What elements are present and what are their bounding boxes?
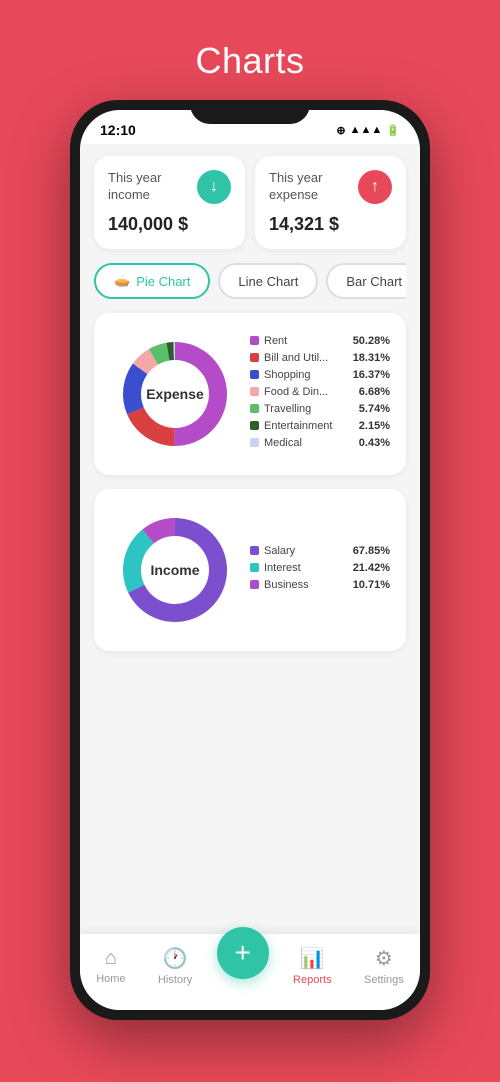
- nav-history[interactable]: 🕐 History: [150, 942, 200, 990]
- legend-item: Medical 0.43%: [250, 437, 390, 449]
- legend-item: Salary 67.85%: [250, 545, 390, 557]
- income-donut-label: Income: [150, 562, 199, 578]
- income-card: This year income ↓ 140,000 $: [94, 156, 245, 249]
- nav-settings-label: Settings: [364, 974, 404, 986]
- legend-pct: 16.37%: [353, 369, 390, 381]
- notch: [190, 100, 310, 124]
- nav-home-label: Home: [96, 973, 125, 985]
- expense-label: This year expense: [269, 170, 358, 204]
- nav-settings[interactable]: ⚙ Settings: [356, 942, 412, 990]
- legend-name: Bill and Util...: [264, 352, 349, 364]
- fab-add-button[interactable]: +: [217, 927, 269, 979]
- phone-screen: 12:10 ⊕ ▲▲▲ 🔋 This year income ↓ 140,000…: [80, 110, 420, 1010]
- legend-pct: 50.28%: [353, 335, 390, 347]
- legend-name: Rent: [264, 335, 349, 347]
- legend-name: Entertainment: [264, 420, 355, 432]
- nav-reports[interactable]: 📊 Reports: [285, 942, 340, 990]
- income-icon: ↓: [197, 170, 231, 204]
- tab-bar-label: Bar Chart: [346, 274, 402, 289]
- status-time: 12:10: [100, 122, 136, 138]
- legend-name: Medical: [264, 437, 355, 449]
- legend-pct: 6.68%: [359, 386, 390, 398]
- home-icon: ⌂: [105, 947, 117, 970]
- legend-pct: 2.15%: [359, 420, 390, 432]
- settings-icon: ⚙: [375, 946, 393, 971]
- screen-content[interactable]: This year income ↓ 140,000 $ This year e…: [80, 144, 420, 1010]
- legend-name: Business: [264, 579, 349, 591]
- bottom-nav: ⌂ Home 🕐 History + 📊 Reports ⚙ Settings: [80, 934, 420, 1010]
- tab-pie-chart[interactable]: 🥧 Pie Chart: [94, 263, 210, 299]
- expense-amount: 14,321 $: [269, 214, 392, 235]
- legend-pct: 21.42%: [353, 562, 390, 574]
- legend-name: Food & Din...: [264, 386, 355, 398]
- legend-pct: 0.43%: [359, 437, 390, 449]
- income-amount: 140,000 $: [108, 214, 231, 235]
- legend-pct: 10.71%: [353, 579, 390, 591]
- chart-tabs: 🥧 Pie Chart Line Chart Bar Chart: [94, 263, 406, 299]
- reports-icon: 📊: [300, 946, 325, 971]
- income-donut: Income: [110, 505, 240, 635]
- expense-donut: Expense: [110, 329, 240, 459]
- legend-item: Entertainment 2.15%: [250, 420, 390, 432]
- income-chart-card: Income Salary 67.85% Interest 21.42% Busines…: [94, 489, 406, 651]
- legend-name: Salary: [264, 545, 349, 557]
- legend-name: Travelling: [264, 403, 355, 415]
- legend-pct: 67.85%: [353, 545, 390, 557]
- legend-name: Shopping: [264, 369, 349, 381]
- status-icons: ⊕ ▲▲▲ 🔋: [336, 124, 400, 137]
- legend-item: Bill and Util... 18.31%: [250, 352, 390, 364]
- legend-item: Travelling 5.74%: [250, 403, 390, 415]
- tab-bar-chart[interactable]: Bar Chart: [326, 263, 406, 299]
- pie-chart-icon: 🥧: [114, 273, 130, 289]
- expense-icon: ↑: [358, 170, 392, 204]
- legend-item: Rent 50.28%: [250, 335, 390, 347]
- income-label: This year income: [108, 170, 197, 204]
- expense-card: This year expense ↑ 14,321 $: [255, 156, 406, 249]
- legend-pct: 18.31%: [353, 352, 390, 364]
- summary-cards: This year income ↓ 140,000 $ This year e…: [94, 156, 406, 249]
- phone-frame: 12:10 ⊕ ▲▲▲ 🔋 This year income ↓ 140,000…: [70, 100, 430, 1020]
- nav-reports-label: Reports: [293, 974, 332, 986]
- nav-home[interactable]: ⌂ Home: [88, 943, 133, 989]
- history-icon: 🕐: [163, 946, 188, 971]
- tab-line-label: Line Chart: [238, 274, 298, 289]
- legend-pct: 5.74%: [359, 403, 390, 415]
- income-legend: Salary 67.85% Interest 21.42% Business 10.71%: [250, 545, 390, 596]
- expense-donut-label: Expense: [146, 386, 204, 402]
- legend-item: Business 10.71%: [250, 579, 390, 591]
- legend-name: Interest: [264, 562, 349, 574]
- legend-item: Food & Din... 6.68%: [250, 386, 390, 398]
- expense-legend: Rent 50.28% Bill and Util... 18.31% Shopping…: [250, 335, 390, 454]
- nav-history-label: History: [158, 974, 192, 986]
- tab-line-chart[interactable]: Line Chart: [218, 263, 318, 299]
- page-title: Charts: [195, 40, 304, 82]
- legend-item: Interest 21.42%: [250, 562, 390, 574]
- tab-pie-label: Pie Chart: [136, 274, 190, 289]
- legend-item: Shopping 16.37%: [250, 369, 390, 381]
- expense-chart-card: Expense Rent 50.28% Bill and Util... 18.31%…: [94, 313, 406, 475]
